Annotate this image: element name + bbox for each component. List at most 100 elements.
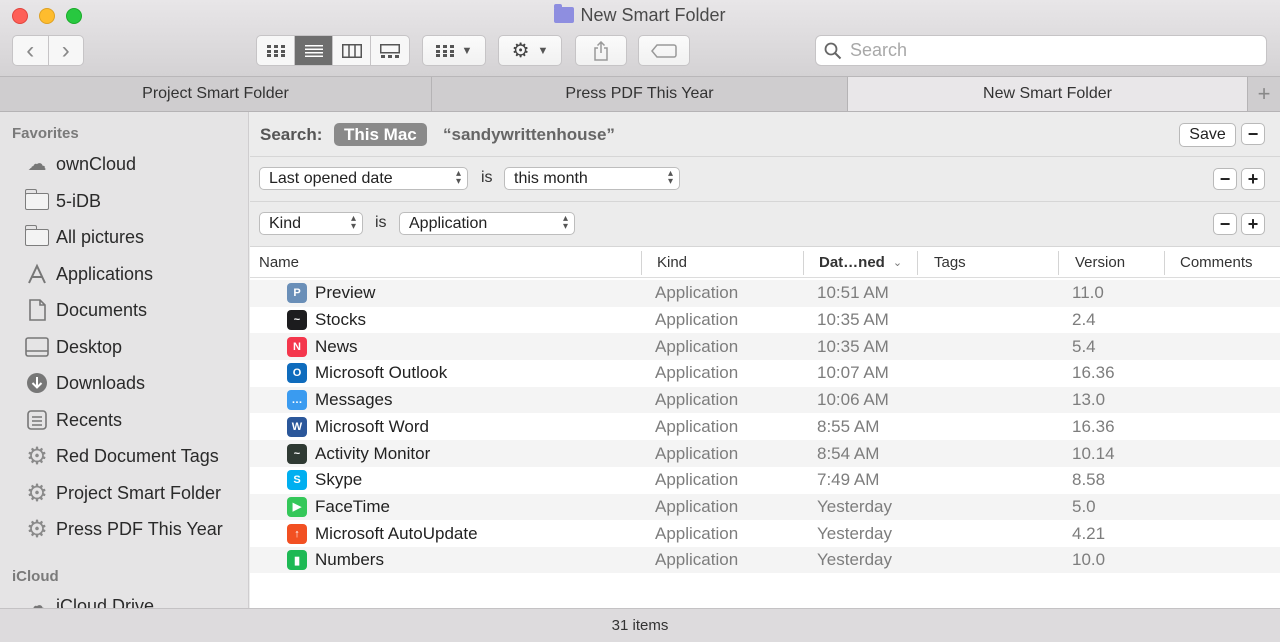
file-kind-cell: Application xyxy=(655,443,739,463)
file-name-cell: ~ Stocks xyxy=(287,307,366,334)
file-name-cell: ~ Activity Monitor xyxy=(287,440,430,467)
table-row[interactable]: N News Application 10:35 AM 5.4 xyxy=(250,333,1280,361)
icon-view-button[interactable] xyxy=(257,36,295,65)
file-version-cell: 8.58 xyxy=(1072,470,1106,490)
file-name: FaceTime xyxy=(315,496,390,516)
stocks-icon: ~ xyxy=(287,310,307,331)
column-header-name[interactable]: Name xyxy=(259,247,299,278)
forward-button[interactable]: › xyxy=(49,36,84,65)
tab-bar: Project Smart Folder Press PDF This Year… xyxy=(0,77,1280,112)
column-header-tags[interactable]: Tags xyxy=(934,247,966,278)
table-row[interactable]: ▶ FaceTime Application Yesterday 5.0 xyxy=(250,493,1280,521)
scope-this-mac-button[interactable]: This Mac xyxy=(334,123,427,146)
save-search-button[interactable]: Save xyxy=(1179,123,1236,147)
column-divider[interactable] xyxy=(803,251,804,275)
file-date-cell: Yesterday xyxy=(817,550,892,570)
file-kind-cell: Application xyxy=(655,310,739,330)
tab-new-smart-folder[interactable]: New Smart Folder xyxy=(848,77,1248,111)
sidebar-item-recents[interactable]: Recents xyxy=(24,405,122,435)
sort-descending-icon: ⌄ xyxy=(892,257,903,269)
cloud-icon: ☁ xyxy=(27,153,47,175)
add-criteria-button[interactable]: + xyxy=(1241,213,1265,235)
column-header-kind[interactable]: Kind xyxy=(657,247,687,278)
new-tab-button[interactable]: + xyxy=(1248,77,1280,111)
column-header-comments[interactable]: Comments xyxy=(1180,247,1253,278)
file-name: Skype xyxy=(315,470,363,490)
table-row[interactable]: ~ Stocks Application 10:35 AM 2.4 xyxy=(250,307,1280,334)
sidebar-item-project-smart-folder[interactable]: ⚙ Project Smart Folder xyxy=(24,478,221,508)
column-view-button[interactable] xyxy=(333,36,371,65)
sidebar-item-applications[interactable]: Applications xyxy=(24,259,153,289)
desktop-icon xyxy=(24,336,50,358)
table-row[interactable]: S Skype Application 7:49 AM 8.58 xyxy=(250,467,1280,494)
action-menu-button[interactable]: ⚙ ▼ xyxy=(498,35,562,66)
criteria-attribute-popup[interactable]: Kind ▴ ▾ xyxy=(259,212,363,235)
list-view-button[interactable] xyxy=(295,36,333,65)
sidebar-item-5-idb[interactable]: 5-iDB xyxy=(24,186,101,216)
column-view-icon xyxy=(341,43,362,58)
file-version-cell: 10.14 xyxy=(1072,443,1115,463)
sidebar-item-icloud-drive[interactable]: ☁ iCloud Drive xyxy=(24,591,155,609)
sidebar-item-documents[interactable]: Documents xyxy=(24,295,147,325)
file-name-cell: W Microsoft Word xyxy=(287,414,429,441)
tab-press-pdf-this-year[interactable]: Press PDF This Year xyxy=(432,77,848,111)
share-button[interactable] xyxy=(575,35,627,66)
table-row[interactable]: W Microsoft Word Application 8:55 AM 16.36 xyxy=(250,414,1280,441)
column-header: Name Kind Dat…ned ⌄ Tags Version Comments xyxy=(250,247,1280,278)
search-placeholder: Search xyxy=(850,40,908,60)
column-header-version[interactable]: Version xyxy=(1075,247,1125,278)
file-version-cell: 4.21 xyxy=(1072,523,1106,543)
file-name-cell: N News xyxy=(287,333,358,360)
column-divider[interactable] xyxy=(917,251,918,275)
criteria-attribute-popup[interactable]: Last opened date ▴ ▾ xyxy=(259,167,468,190)
recents-icon xyxy=(24,409,50,431)
file-name-cell: ▶ FaceTime xyxy=(287,494,390,521)
criteria-value-popup[interactable]: this month ▴ ▾ xyxy=(504,167,680,190)
file-version-cell: 11.0 xyxy=(1072,283,1104,303)
file-kind-cell: Application xyxy=(655,283,739,303)
column-divider[interactable] xyxy=(641,251,642,275)
column-divider[interactable] xyxy=(1164,251,1165,275)
table-row[interactable]: … Messages Application 10:06 AM 13.0 xyxy=(250,386,1280,414)
file-kind-cell: Application xyxy=(655,470,739,490)
remove-criteria-button[interactable]: − xyxy=(1213,168,1237,190)
file-name-cell: P Preview xyxy=(287,280,375,307)
column-divider[interactable] xyxy=(1058,251,1059,275)
sidebar-item-downloads[interactable]: Downloads xyxy=(24,368,145,398)
updown-arrows-icon: ▴ ▾ xyxy=(455,168,461,187)
file-version-cell: 13.0 xyxy=(1072,390,1106,410)
gallery-view-button[interactable] xyxy=(371,36,409,65)
search-input[interactable]: Search xyxy=(815,35,1267,66)
sidebar-heading-favorites: Favorites xyxy=(12,125,79,142)
table-row[interactable]: ↑ Microsoft AutoUpdate Application Yesterda… xyxy=(250,520,1280,547)
file-name-cell: ↑ Microsoft AutoUpdate xyxy=(287,520,478,547)
news-icon: N xyxy=(287,336,307,357)
tags-button[interactable] xyxy=(638,35,690,66)
tab-project-smart-folder[interactable]: Project Smart Folder xyxy=(0,77,432,111)
column-header-date-last-opened[interactable]: Dat…ned ⌄ xyxy=(819,247,902,278)
titlebar: New Smart Folder ‹ › ▼ ⚙ ▼ Search xyxy=(0,0,1280,77)
remove-criteria-button[interactable]: − xyxy=(1213,213,1237,235)
sidebar-item-owncloud[interactable]: ☁ ownCloud xyxy=(24,149,137,179)
table-row[interactable]: ~ Activity Monitor Application 8:54 AM 10.14 xyxy=(250,440,1280,467)
add-criteria-button[interactable]: + xyxy=(1241,168,1265,190)
criteria-value-popup[interactable]: Application ▴ ▾ xyxy=(399,212,575,235)
file-kind-cell: Application xyxy=(655,390,739,410)
sidebar-item-red-document-tags[interactable]: ⚙ Red Document Tags xyxy=(24,441,219,471)
folder-icon xyxy=(24,188,49,210)
item-count: 31 items xyxy=(611,617,669,634)
sidebar-item-all-pictures[interactable]: All pictures xyxy=(24,222,144,252)
sidebar-item-press-pdf-this-year[interactable]: ⚙ Press PDF This Year xyxy=(24,514,223,544)
file-date-cell: 8:55 AM xyxy=(817,416,880,436)
sidebar-item-desktop[interactable]: Desktop xyxy=(24,332,122,362)
remove-search-button[interactable]: − xyxy=(1241,123,1265,145)
file-name-cell: S Skype xyxy=(287,467,362,494)
table-row[interactable]: ▮ Numbers Application Yesterday 10.0 xyxy=(250,547,1280,573)
back-button[interactable]: ‹ xyxy=(13,36,49,65)
gear-icon: ⚙ xyxy=(26,479,48,507)
group-by-button[interactable]: ▼ xyxy=(422,35,486,66)
table-row[interactable]: O Microsoft Outlook Application 10:07 AM 16.… xyxy=(250,360,1280,387)
table-row[interactable]: P Preview Application 10:51 AM 11.0 xyxy=(250,280,1280,307)
scope-user-button[interactable]: “sandywrittenhouse” xyxy=(443,125,615,145)
file-name: Microsoft AutoUpdate xyxy=(315,523,478,543)
